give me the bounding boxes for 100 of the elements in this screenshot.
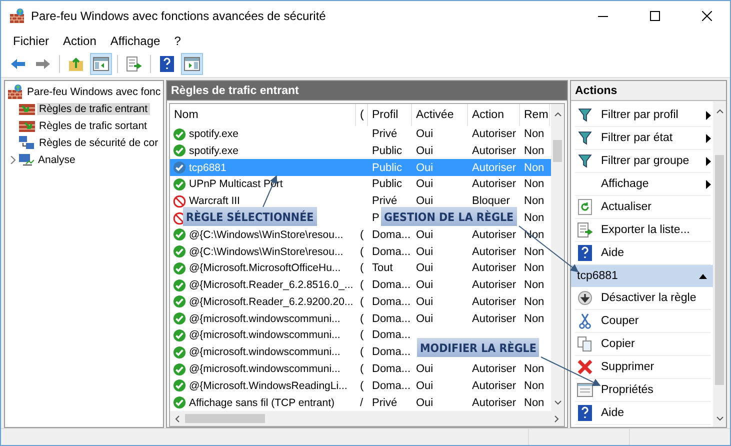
action-item[interactable]: Désactiver la règle [575, 287, 711, 310]
column-header[interactable]: Nom [170, 104, 356, 126]
table-cell-text: Public [371, 162, 402, 174]
action-item[interactable]: Actualiser [575, 196, 711, 219]
export-list-icon [126, 56, 142, 72]
table-cell-text: Doma... [371, 380, 411, 392]
brick-wall-icon [19, 118, 35, 132]
action-item[interactable]: Supprimer [575, 356, 711, 379]
chevron-right-icon[interactable] [9, 156, 16, 164]
funnel-icon [578, 154, 592, 168]
table-cell-text: Non [523, 162, 544, 174]
column-header[interactable]: Profil [368, 104, 412, 126]
tree-item[interactable]: Pare-feu Windows avec fonc [25, 86, 163, 98]
tree-item[interactable]: Analyse [36, 154, 78, 166]
help-icon [578, 405, 592, 421]
table-cell-text: Oui [415, 128, 434, 140]
toolbar-button[interactable] [181, 53, 203, 75]
table-cell-text: Non [523, 380, 544, 392]
table-cell-text: ( [359, 363, 364, 376]
table-cell-text: Autoriser [471, 162, 516, 174]
table-cell-text: Oui [415, 246, 434, 258]
table-cell-text: Oui [415, 312, 434, 325]
table-cell-text: Privé [371, 128, 398, 140]
table-cell-text: Bloquer [471, 195, 510, 208]
pane-title: Règles de trafic entrant [167, 81, 567, 101]
section-header[interactable]: tcp6881 [571, 265, 713, 287]
table-cell: spotify.exe [189, 144, 238, 157]
back-arrow-icon [10, 58, 26, 70]
export-list-icon [577, 222, 593, 238]
table-cell-text: Autoriser [471, 144, 516, 157]
action-item[interactable]: Couper [575, 310, 711, 333]
table-cell: Warcraft III [189, 195, 240, 208]
tree-item[interactable]: Règles de trafic entrant [37, 102, 150, 114]
table-cell-text: Doma... [371, 296, 411, 308]
table-cell-text: Oui [415, 178, 434, 190]
table-cell: @{microsoft.windowscommuni... [189, 346, 340, 358]
table-cell-text: Non [523, 128, 544, 140]
table-cell-text: ( [359, 312, 364, 325]
table-cell-text: Public [371, 144, 402, 157]
scroll-thumb[interactable] [185, 414, 265, 423]
column-header[interactable]: Rem [520, 104, 550, 126]
scroll-up-icon [716, 107, 724, 115]
copy-icon [577, 336, 593, 352]
close-icon [702, 11, 712, 21]
table-cell-text: Oui [415, 296, 434, 308]
properties-icon [577, 382, 593, 398]
table-cell-text: ( [359, 380, 364, 392]
scroll-thumb[interactable] [553, 140, 562, 162]
table-cell: @{Microsoft.Reader_6.2.8516.0_... [189, 279, 354, 292]
scrollbar[interactable] [713, 101, 726, 427]
table-cell: @{microsoft.windowscommuni... [189, 312, 340, 325]
table-cell-text: Public [371, 178, 402, 190]
table-cell-text: Autoriser [471, 296, 516, 308]
action-item[interactable]: Filtrer par groupe [575, 150, 711, 173]
callout-label: MODIFIER LA RÈGLE [417, 338, 540, 357]
table-cell-text: Doma... [371, 329, 411, 342]
table-cell: spotify.exe [189, 128, 238, 140]
column-header[interactable]: Action [468, 104, 520, 126]
down-arrow-circle-icon [578, 291, 592, 305]
column-header[interactable]: ( [356, 104, 368, 126]
menu-item[interactable]: Affichage [104, 34, 166, 48]
table-cell: @{microsoft.windowscommuni... [189, 363, 340, 376]
table-cell-text: ( [359, 279, 364, 292]
table-cell-text: Autoriser [471, 178, 516, 190]
tree-item[interactable]: Règles de trafic sortant [37, 120, 149, 132]
table-cell-text: Privé [371, 195, 398, 208]
pane-title: Actions [571, 81, 726, 101]
column-header[interactable]: Activée [412, 104, 468, 126]
scroll-thumb[interactable] [715, 155, 724, 385]
action-item[interactable]: Exporter la liste... [575, 219, 711, 242]
menu-item[interactable]: Fichier [7, 34, 56, 48]
action-item[interactable]: Propriétés [575, 379, 711, 402]
table-cell-text: Oui [415, 162, 434, 174]
pointer-arrow [518, 226, 579, 272]
tree-item[interactable]: Règles de sécurité de cor [37, 136, 160, 148]
table-cell-text: Oui [415, 380, 434, 392]
table-cell-text: Autoriser [471, 246, 516, 258]
action-item[interactable]: Copier [575, 333, 711, 356]
action-item[interactable]: Affichage [575, 173, 711, 196]
scrollbar[interactable] [170, 411, 564, 426]
tree-pane-icon [93, 57, 109, 71]
menu-item[interactable]: ? [168, 34, 187, 48]
scrollbar[interactable] [551, 104, 564, 411]
action-item[interactable]: Filtrer par état [575, 127, 711, 150]
table-cell: tcp6881 [189, 162, 226, 174]
table-cell-text: Doma... [371, 228, 411, 241]
action-item[interactable]: Filtrer par profil [575, 104, 711, 127]
table-cell-text: Autoriser [471, 228, 516, 241]
table-cell-text: Non [523, 296, 544, 308]
table-cell: @{Microsoft.MicrosoftOfficeHu... [189, 262, 341, 274]
menu-item[interactable]: Action [57, 34, 102, 48]
close-icon [577, 359, 593, 375]
table-cell-text: Doma... [371, 246, 411, 258]
scroll-up-icon [554, 110, 562, 118]
toolbar-button[interactable] [90, 53, 112, 75]
table-cell: @{Microsoft.Reader_6.2.9200.20... [189, 296, 354, 308]
table-cell-text: Doma... [371, 279, 411, 292]
table-cell-text: Oui [415, 262, 434, 274]
action-item[interactable]: Aide [575, 402, 711, 425]
firewall-icon [9, 8, 25, 24]
